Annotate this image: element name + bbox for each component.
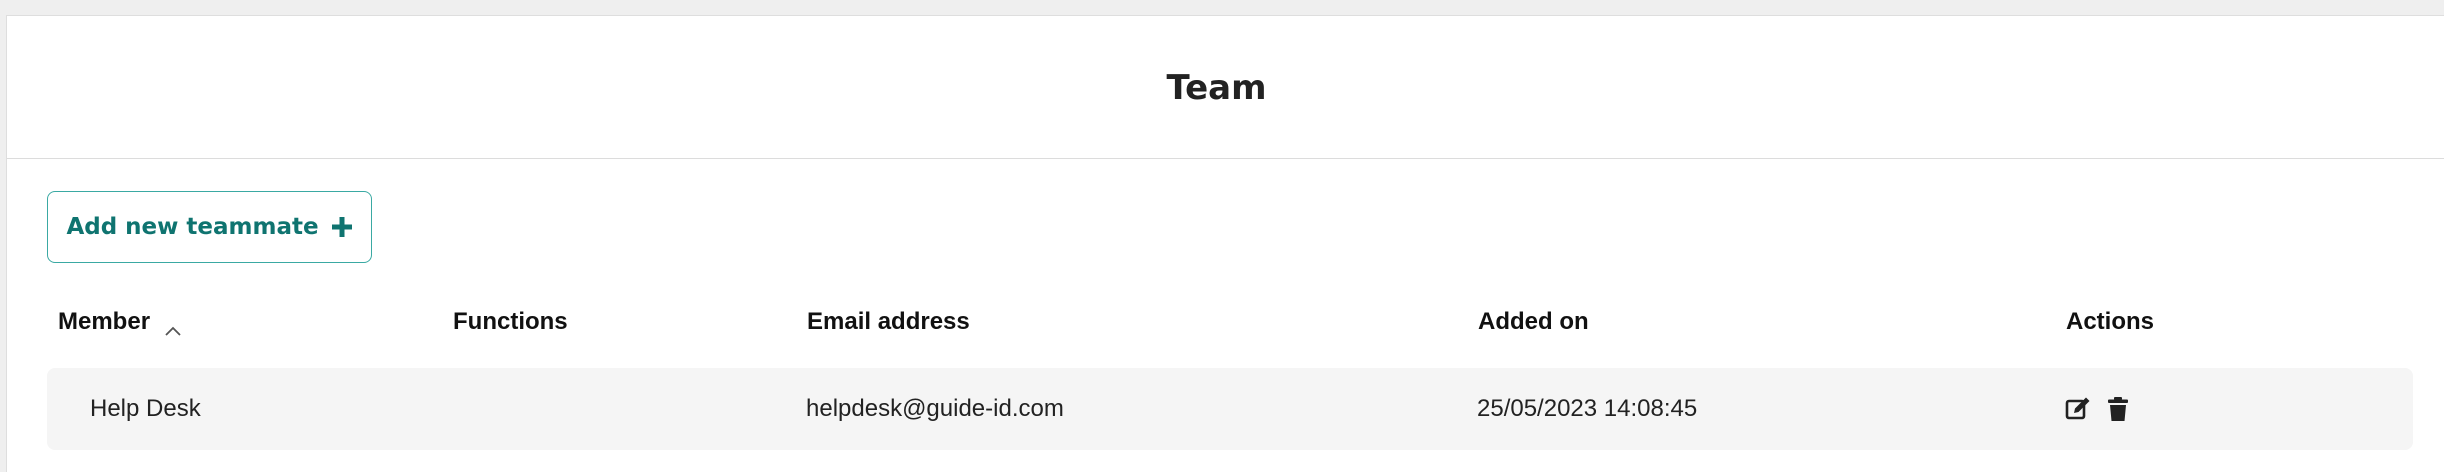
page-title: Team <box>1166 68 1267 108</box>
add-teammate-label: Add new teammate <box>66 214 319 240</box>
column-header-actions: Actions <box>2066 308 2154 336</box>
column-header-email: Email address <box>807 308 970 336</box>
panel-header: Team <box>7 16 2444 159</box>
column-header-added-on-label: Added on <box>1478 308 1589 335</box>
chevron-up-icon <box>164 316 182 336</box>
column-header-functions: Functions <box>453 308 568 336</box>
trash-icon[interactable] <box>2104 395 2132 423</box>
column-header-member[interactable]: Member <box>58 308 182 336</box>
table-row: Help Desk helpdesk@guide-id.com 25/05/20… <box>47 368 2413 450</box>
column-header-email-label: Email address <box>807 308 970 335</box>
plus-icon <box>331 216 353 238</box>
cell-email: helpdesk@guide-id.com <box>806 395 1064 422</box>
column-header-functions-label: Functions <box>453 308 568 335</box>
column-header-actions-label: Actions <box>2066 308 2155 335</box>
cell-added-on: 25/05/2023 14:08:45 <box>1477 395 1698 422</box>
cell-actions <box>2064 368 2132 450</box>
column-header-added-on: Added on <box>1478 308 1589 336</box>
edit-icon[interactable] <box>2064 395 2092 423</box>
cell-member: Help Desk <box>90 395 201 422</box>
column-header-member-label: Member <box>58 308 151 335</box>
add-teammate-button[interactable]: Add new teammate <box>47 191 372 263</box>
